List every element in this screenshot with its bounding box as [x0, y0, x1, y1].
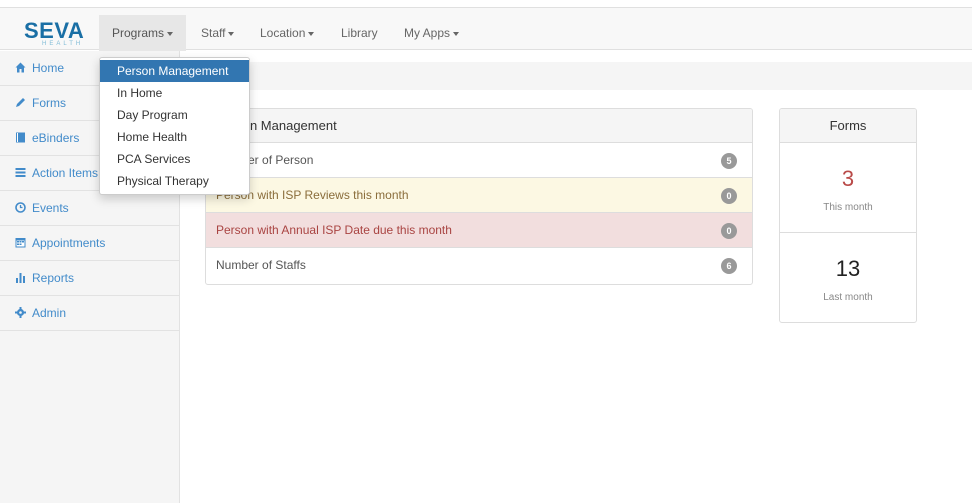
forms-stats-box: Forms 3 This month 13 Last month	[779, 108, 917, 323]
person-management-panel: Person Management Number of Person 5 Per…	[205, 108, 753, 285]
list-item[interactable]: Person with ISP Reviews this month 0	[206, 178, 752, 213]
sidebar-item-label: Reports	[32, 271, 75, 285]
sidebar-item-admin[interactable]: Admin	[0, 296, 180, 331]
clock-icon	[15, 192, 26, 213]
list-item[interactable]: Person with Annual ISP Date due this mon…	[206, 213, 752, 248]
last-month-label: Last month	[823, 292, 873, 303]
row-label: Person with Annual ISP Date due this mon…	[216, 223, 452, 237]
sidebar-item-label: Appointments	[32, 236, 106, 250]
nav-programs-label: Programs	[112, 26, 165, 40]
nav-library-label: Library	[341, 26, 378, 40]
last-month-value: 13	[835, 256, 861, 281]
breadcrumb	[181, 62, 972, 90]
caret-down-icon	[167, 31, 174, 36]
gear-icon	[15, 297, 26, 318]
list-item[interactable]: Number of Person 5	[206, 143, 752, 178]
panel-title: Person Management	[206, 109, 752, 143]
nav-programs[interactable]: Programs	[99, 15, 186, 51]
nav-staff-label: Staff	[201, 26, 226, 40]
sidebar-item-label: Events	[32, 201, 69, 215]
nav-location-label: Location	[260, 26, 306, 40]
bar-chart-icon	[15, 262, 26, 283]
list-icon	[15, 157, 26, 177]
count-badge: 0	[721, 223, 737, 239]
menu-item-person-management[interactable]: Person Management	[100, 60, 249, 82]
sidebar-item-label: Admin	[32, 306, 67, 320]
pencil-icon	[15, 87, 26, 107]
top-navbar: SEVA HEALTH Programs Staff Location Libr…	[0, 7, 972, 51]
menu-item-day-program[interactable]: Day Program	[100, 104, 249, 126]
count-badge: 5	[721, 153, 737, 169]
nav-staff[interactable]: Staff	[201, 15, 235, 51]
logo-subtext: HEALTH	[42, 41, 84, 47]
nav-my-apps[interactable]: My Apps	[404, 15, 460, 51]
sidebar-item-label: Forms	[32, 96, 66, 110]
programs-dropdown-menu: Person Management In Home Day Program Ho…	[99, 57, 250, 195]
caret-down-icon	[453, 31, 460, 36]
logo-text: SEVA	[24, 18, 85, 43]
book-icon	[15, 122, 26, 143]
nav-library[interactable]: Library	[341, 15, 378, 51]
forms-this-month: 3 This month	[780, 143, 916, 233]
home-icon	[15, 52, 26, 73]
nav-location[interactable]: Location	[260, 15, 315, 51]
caret-down-icon	[228, 31, 235, 36]
seva-health-logo[interactable]: SEVA HEALTH	[24, 20, 86, 50]
row-label: Number of Staffs	[216, 258, 306, 272]
nav-my-apps-label: My Apps	[404, 26, 451, 40]
sidebar-item-appointments[interactable]: Appointments	[0, 226, 180, 261]
forms-last-month: 13 Last month	[780, 233, 916, 322]
caret-down-icon	[308, 31, 315, 36]
menu-item-pca-services[interactable]: PCA Services	[100, 148, 249, 170]
sidebar-item-label: Action Items	[32, 166, 99, 180]
this-month-value: 3	[841, 166, 855, 191]
forms-title: Forms	[780, 109, 916, 143]
count-badge: 6	[721, 258, 737, 274]
sidebar-item-events[interactable]: Events	[0, 191, 180, 226]
menu-item-home-health[interactable]: Home Health	[100, 126, 249, 148]
sidebar-item-label: eBinders	[32, 131, 80, 145]
list-item[interactable]: Number of Staffs 6	[206, 248, 752, 283]
this-month-label: This month	[823, 202, 873, 213]
count-badge: 0	[721, 188, 737, 204]
menu-item-physical-therapy[interactable]: Physical Therapy	[100, 170, 249, 192]
sidebar-item-label: Home	[32, 61, 65, 75]
calendar-icon	[15, 227, 26, 248]
menu-item-in-home[interactable]: In Home	[100, 82, 249, 104]
sidebar-item-reports[interactable]: Reports	[0, 261, 180, 296]
